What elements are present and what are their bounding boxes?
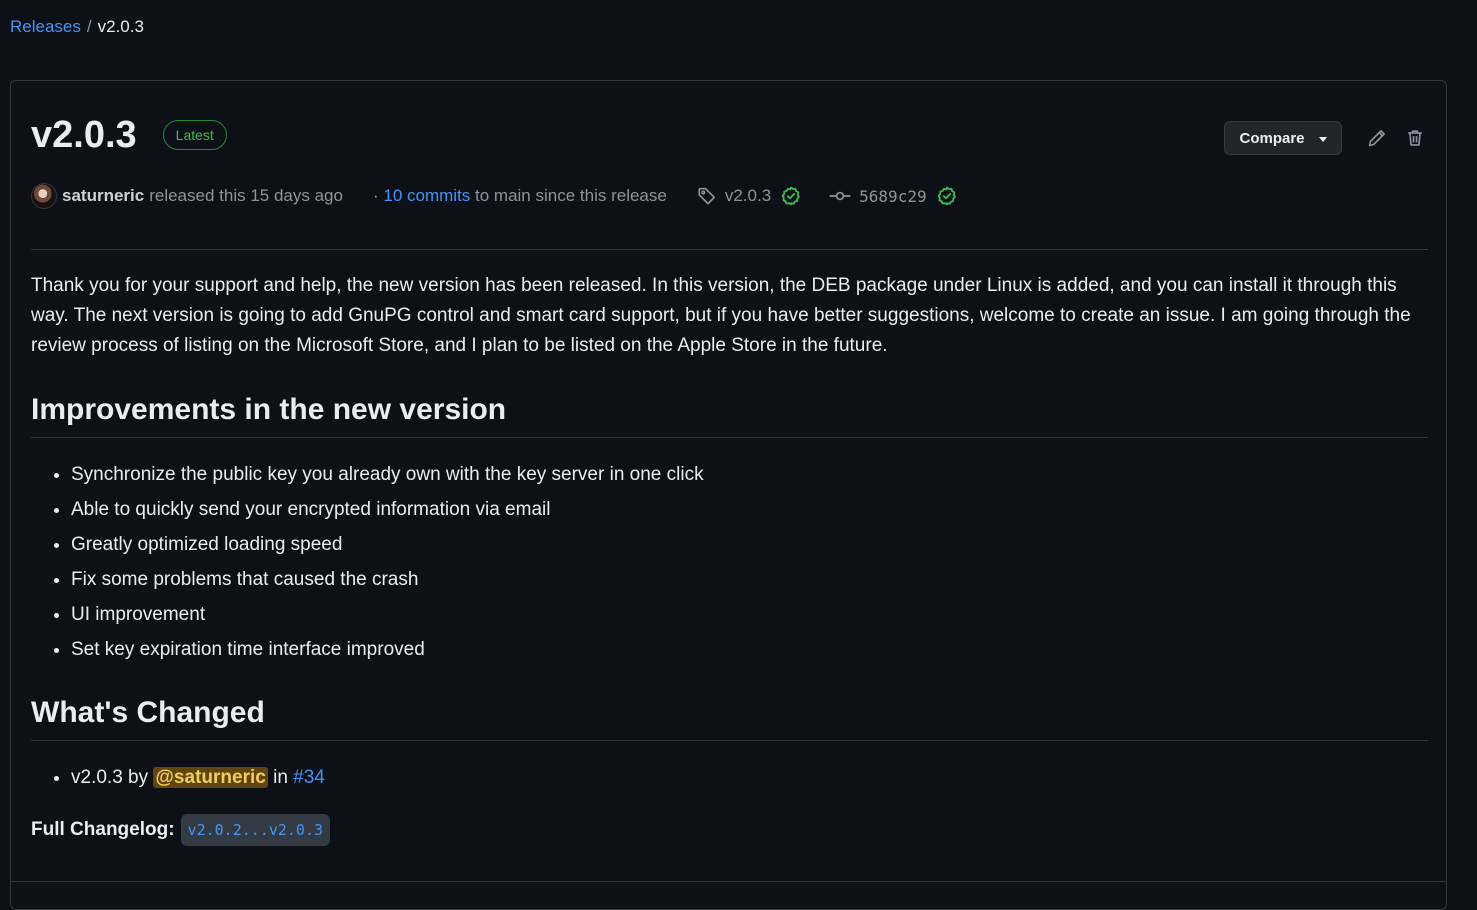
chevron-down-icon (1318, 136, 1327, 142)
change-version: v2.0.3 (71, 767, 123, 788)
list-item: Synchronize the public key you already o… (71, 457, 704, 492)
release-title[interactable]: v2.0.3 (31, 111, 137, 159)
release-meta: saturneric released this 15 days ago · 1… (31, 183, 957, 209)
list-item: v2.0.3 by @saturneric in #34 (71, 760, 325, 795)
release-actions: Compare (1224, 121, 1428, 155)
commit-link[interactable]: 5689c29 (829, 186, 956, 206)
list-item: Able to quickly send your encrypted info… (71, 492, 704, 527)
meta-divider (31, 249, 1428, 250)
release-intro: Thank you for your support and help, the… (31, 275, 1411, 356)
whats-changed-divider (31, 740, 1428, 741)
compare-button[interactable]: Compare (1224, 121, 1342, 155)
user-mention-link[interactable]: @saturneric (153, 767, 268, 788)
edit-release-button[interactable] (1364, 125, 1390, 151)
git-commit-icon (829, 191, 851, 201)
commits-prefix: · (372, 186, 379, 205)
release-header: v2.0.3 Latest (31, 111, 227, 159)
change-in: in (273, 767, 288, 788)
full-changelog: Full Changelog: v2.0.2...v2.0.3 (31, 814, 331, 846)
whats-changed-heading: What's Changed (31, 696, 265, 729)
change-by: by (128, 767, 149, 788)
commits-link[interactable]: 10 commits (383, 186, 470, 205)
breadcrumb-current: v2.0.3 (97, 17, 144, 36)
check-circle-icon (781, 186, 800, 206)
compare-label: Compare (1239, 129, 1305, 147)
changelog-compare-link[interactable]: v2.0.2...v2.0.3 (180, 814, 331, 846)
delete-release-button[interactable] (1402, 125, 1428, 151)
released-text: released this 15 days ago (149, 186, 343, 205)
list-item: UI improvement (71, 597, 704, 632)
improvements-list: Synchronize the public key you already o… (31, 457, 704, 667)
latest-badge: Latest (162, 120, 227, 150)
author-link[interactable]: saturneric (62, 186, 144, 206)
avatar[interactable] (31, 183, 57, 209)
changes-list: v2.0.3 by @saturneric in #34 (31, 760, 325, 795)
list-item: Fix some problems that caused the crash (71, 562, 704, 597)
commits-info: · 10 commits to main since this release (373, 186, 667, 206)
breadcrumb: Releases / v2.0.3 (10, 16, 144, 38)
release-card-footer-border (11, 881, 1446, 882)
pull-request-link[interactable]: #34 (293, 767, 325, 788)
breadcrumb-releases-link[interactable]: Releases (10, 17, 81, 36)
tag-name: v2.0.3 (724, 186, 772, 205)
commits-suffix: to main since this release (475, 186, 667, 205)
changelog-label: Full Changelog: (31, 819, 175, 840)
list-item: Greatly optimized loading speed (71, 527, 704, 562)
improvements-divider (31, 437, 1428, 438)
pencil-icon (1368, 130, 1385, 147)
breadcrumb-separator: / (86, 17, 92, 36)
commit-sha: 5689c29 (859, 186, 927, 206)
release-card: v2.0.3 Latest Compare saturneric release… (10, 80, 1447, 910)
list-item: Set key expiration time interface improv… (71, 632, 704, 667)
trash-icon (1408, 130, 1422, 146)
tag-icon (698, 187, 715, 205)
improvements-heading: Improvements in the new version (31, 393, 507, 426)
tag-link[interactable]: v2.0.3 (697, 186, 801, 206)
check-circle-icon (937, 186, 956, 206)
